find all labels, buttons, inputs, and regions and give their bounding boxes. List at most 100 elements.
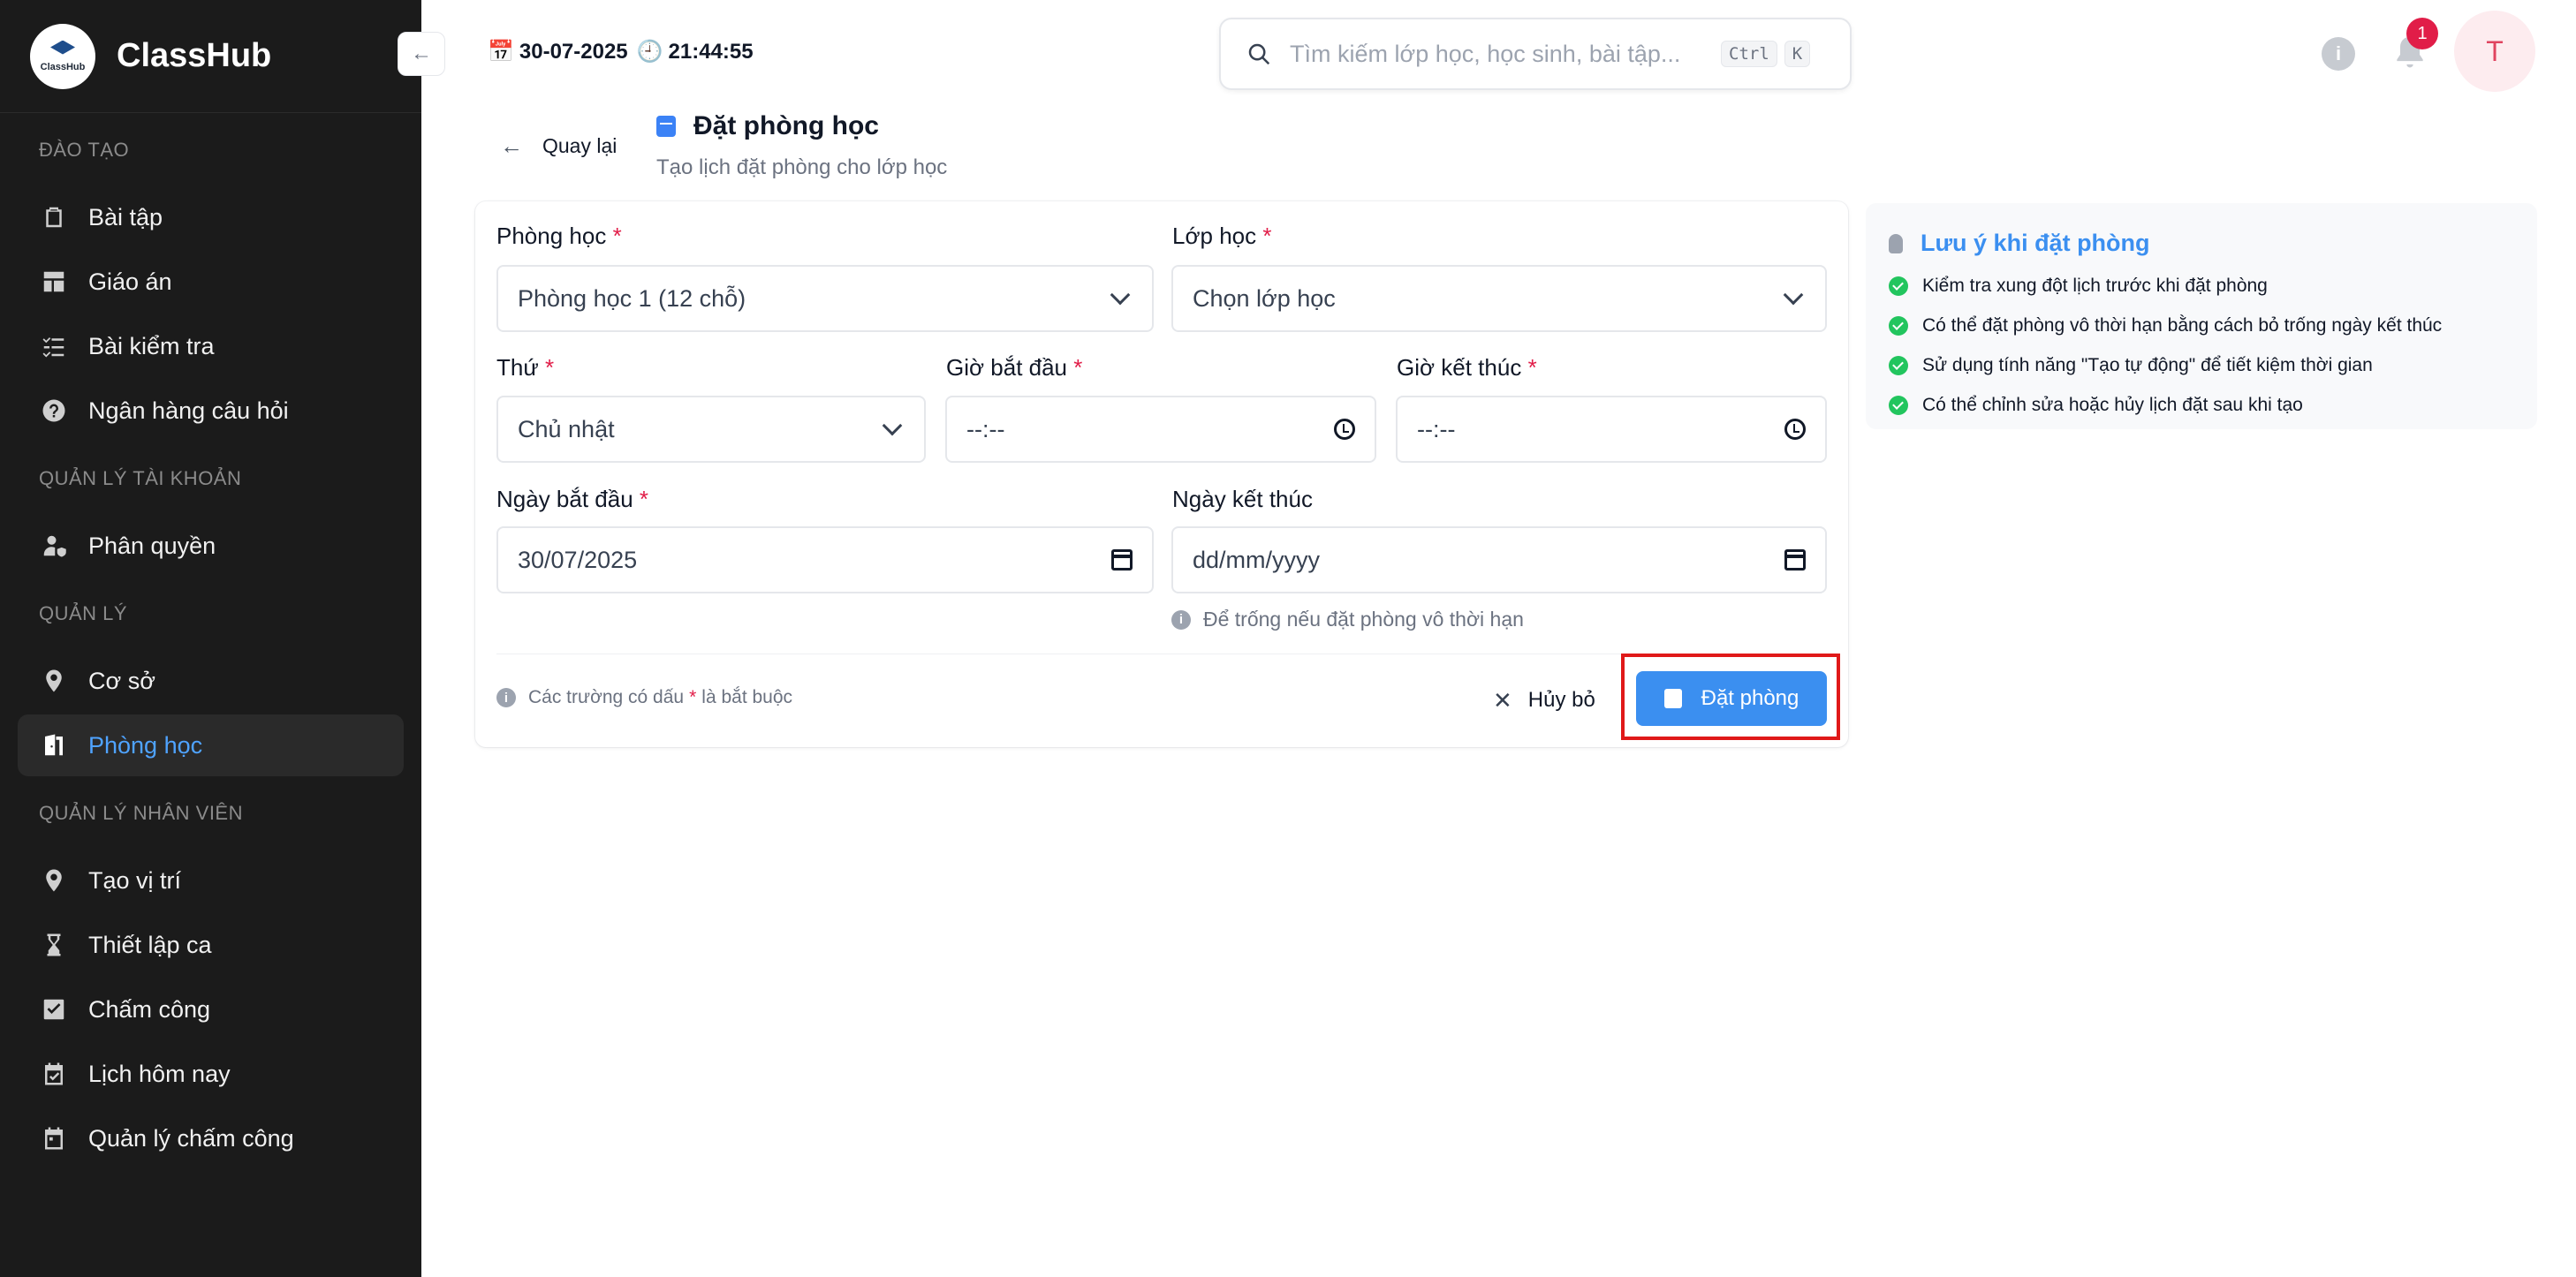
room-label: Phòng học * [496,223,622,250]
note-item: Có thể đặt phòng vô thời hạn bằng cách b… [1889,315,2514,336]
sidebar-item-giao-an[interactable]: Giáo án [18,251,404,313]
booking-notes-panel: Lưu ý khi đặt phòng Kiểm tra xung đột lị… [1866,203,2537,429]
chevron-down-icon [1110,284,1131,306]
day-select[interactable]: Chủ nhật [496,396,926,463]
notification-badge: 1 [2406,18,2438,49]
required-mark: * [612,223,622,249]
submit-label: Đặt phòng [1701,686,1799,710]
required-mark: * [1073,354,1083,381]
sidebar-item-label: Thiết lập ca [88,931,212,958]
submit-booking-button[interactable]: Đặt phòng [1636,671,1827,726]
end-date-hint: i Để trống nếu đặt phòng vô thời hạn [1171,608,1524,631]
note-item: Sử dụng tính năng "Tạo tự động" để tiết … [1889,355,2514,376]
sidebar-item-cham-cong[interactable]: Chấm công [18,979,404,1040]
notes-title-text: Lưu ý khi đặt phòng [1921,230,2150,256]
calendar-emoji-icon: 📅 [488,40,514,64]
class-select[interactable]: Chọn lớp học [1171,265,1827,332]
sidebar-item-tao-vi-tri[interactable]: Tạo vị trí [18,850,404,911]
check-circle-icon [1889,396,1908,415]
start-date-label-text: Ngày bắt đầu [496,486,633,512]
graduation-cap-icon [50,40,75,55]
note-text: Kiểm tra xung đột lịch trước khi đặt phò… [1922,276,2268,296]
sidebar-item-label: Tạo vị trí [88,866,182,894]
cancel-label: Hủy bỏ [1527,688,1595,712]
sidebar-item-label: Giáo án [88,268,172,295]
sidebar-item-lich-hom-nay[interactable]: Lịch hôm nay [18,1043,404,1105]
app-name: ClassHub [117,37,272,74]
clock-icon[interactable] [1334,419,1355,440]
door-icon [41,732,67,759]
classhub-logo: ClassHub [30,23,95,89]
shortcut-ctrl: Ctrl [1721,41,1777,67]
sidebar-item-bai-tap[interactable]: Bài tập [18,186,404,248]
search-bar[interactable]: Ctrl K [1219,18,1852,90]
sidebar-item-bai-kiem-tra[interactable]: Bài kiểm tra [18,315,404,377]
end-time-label: Giờ kết thúc * [1397,354,1537,382]
page-title: Đặt phòng học [656,111,947,141]
info-icon: i [496,688,516,707]
note-item: Kiểm tra xung đột lịch trước khi đặt phò… [1889,276,2514,297]
start-time-label-text: Giờ bắt đầu [946,354,1068,381]
note-text: Có thể đặt phòng vô thời hạn bằng cách b… [1922,315,2443,336]
hourglass-icon [41,932,67,958]
sidebar-item-label: Ngân hàng câu hỏi [88,397,289,424]
cancel-button[interactable]: ✕ Hủy bỏ [1493,671,1595,729]
header-datetime: 📅 30-07-2025 🕘 21:44:55 [488,39,754,64]
chevron-down-icon [1783,284,1804,306]
calendar-icon [41,1125,67,1152]
clock-icon[interactable] [1784,419,1806,440]
brand[interactable]: ClassHub ClassHub [0,0,421,113]
calendar-icon[interactable] [1784,549,1806,570]
sidebar-item-quan-ly-cham-cong[interactable]: Quản lý chấm công [18,1107,404,1169]
sidebar-item-label: Chấm công [88,995,211,1023]
user-shield-icon [41,533,67,559]
required-mark: * [1262,223,1272,249]
sidebar-item-label: Cơ sở [88,667,155,694]
sidebar-item-thiet-lap-ca[interactable]: Thiết lập ca [18,914,404,976]
arrow-left-icon: ← [411,42,432,65]
sidebar-item-ngan-hang-cau-hoi[interactable]: Ngân hàng câu hỏi [18,380,404,442]
start-date-value: 30/07/2025 [518,546,638,573]
location-pin-icon [41,668,67,694]
notes-title: Lưu ý khi đặt phòng [1889,230,2514,257]
sidebar-item-label: Phòng học [88,731,203,759]
sidebar-item-phong-hoc[interactable]: Phòng học [18,714,404,776]
sidebar-collapse-button[interactable]: ← [398,32,445,76]
start-date-label: Ngày bắt đầu * [496,486,648,513]
start-time-input[interactable]: --:-- [945,396,1376,463]
end-time-value: --:-- [1417,415,1456,442]
back-button[interactable]: ← Quay lại [500,132,617,160]
layout-icon [41,268,67,295]
sidebar-item-phan-quyen[interactable]: Phân quyền [18,515,404,577]
check-circle-icon [1889,316,1908,336]
required-mark: * [639,486,649,512]
class-label-text: Lớp học [1172,223,1257,249]
required-fields-note: i Các trường có dấu * là bắt buộc [496,687,792,708]
page-subtitle: Tạo lịch đặt phòng cho lớp học [656,155,948,179]
info-icon: i [1171,609,1191,630]
lightbulb-icon [1889,233,1903,253]
search-input[interactable] [1290,40,1714,68]
end-time-label-text: Giờ kết thúc [1397,354,1522,381]
end-date-value: dd/mm/yyyy [1193,546,1321,573]
sidebar: ClassHub ClassHub ĐÀO TẠO Bài tập Giáo á… [0,0,421,1277]
end-time-input[interactable]: --:-- [1396,396,1827,463]
required-note-after: là bắt buộc [701,687,793,707]
class-select-value: Chọn lớp học [1193,284,1336,312]
room-label-text: Phòng học [496,223,607,249]
start-date-input[interactable]: 30/07/2025 [496,526,1154,593]
day-label-text: Thứ [496,354,539,381]
sidebar-item-label: Quản lý chấm công [88,1124,294,1152]
info-icon[interactable]: i [2322,37,2355,71]
end-date-input[interactable]: dd/mm/yyyy [1171,526,1827,593]
room-select[interactable]: Phòng học 1 (12 chỗ) [496,265,1154,332]
sidebar-item-label: Phân quyền [88,532,216,559]
sidebar-item-co-so[interactable]: Cơ sở [18,650,404,712]
end-date-hint-text: Để trống nếu đặt phòng vô thời hạn [1203,608,1524,631]
section-title-quan-ly-tai-khoan: QUẢN LÝ TÀI KHOẢN [39,467,242,489]
note-text: Sử dụng tính năng "Tạo tự động" để tiết … [1922,355,2373,375]
avatar[interactable]: T [2454,11,2535,92]
calendar-icon[interactable] [1111,549,1133,570]
current-time: 21:44:55 [668,39,754,64]
calendar-plus-icon [1663,689,1682,708]
